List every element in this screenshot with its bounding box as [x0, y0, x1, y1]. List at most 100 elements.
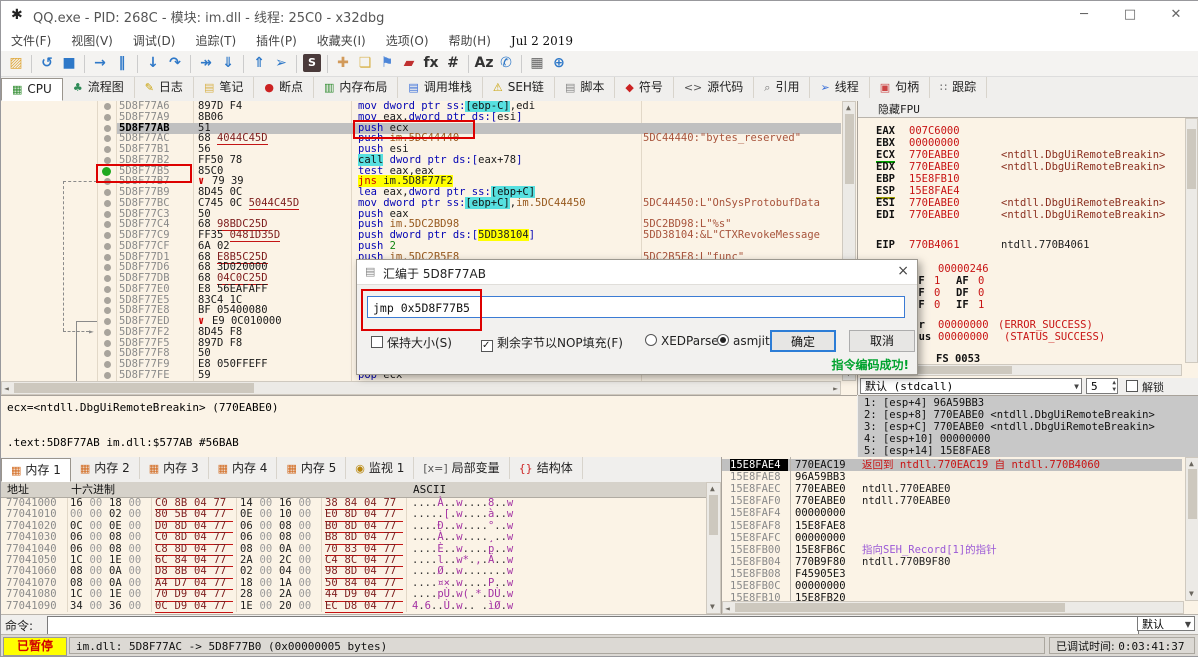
row-dot[interactable] [104, 361, 111, 368]
tab-seh-chain[interactable]: ⚠ SEH链 [483, 77, 555, 98]
row-dot[interactable] [104, 339, 111, 347]
run-icon[interactable]: → [89, 52, 111, 74]
stack-row[interactable]: 15E8FB00 15E8FB6C 指向SEH_Record[1]的指针 [722, 544, 1182, 556]
row-dot[interactable] [104, 189, 111, 196]
step-over-icon[interactable]: ↷ [164, 52, 186, 74]
row-dot[interactable] [104, 371, 111, 379]
tab-references[interactable]: ⌕ 引用 [754, 77, 811, 98]
hide-fpu-toggle[interactable]: 隐藏FPU [858, 101, 1198, 118]
label-icon[interactable]: ⚑ [376, 52, 398, 74]
tab-threads[interactable]: ➢ 线程 [810, 77, 870, 98]
tab-handles[interactable]: ▣ 句柄 [870, 77, 931, 98]
row-dot[interactable] [104, 146, 111, 153]
stop-icon[interactable]: ■ [58, 52, 80, 74]
stack-row[interactable]: 15E8FAF4 00000000 [722, 507, 1182, 519]
tab-cpu[interactable]: ▦ CPU [1, 78, 63, 101]
fill-nop-checkbox[interactable]: 剩余字节以NOP填充(F) [481, 334, 623, 352]
restart-icon[interactable]: ↺ [36, 52, 58, 74]
tab-dump-4[interactable]: ▦ 内存 4 [209, 457, 278, 479]
row-dot[interactable] [104, 285, 111, 293]
menu-item-收藏夹I[interactable]: 收藏夹(I) [307, 29, 376, 52]
tab-memory-map[interactable]: ▥ 内存布局 [314, 77, 399, 98]
tab-watch-1[interactable]: ◉ 监视 1 [346, 457, 415, 479]
comment-icon[interactable]: ❏ [354, 52, 376, 74]
bookmark-icon[interactable]: ▰ [398, 52, 420, 74]
row-dot[interactable] [104, 221, 111, 229]
step-into-icon[interactable]: ↓ [142, 52, 164, 74]
keep-size-checkbox[interactable]: 保持大小(S) [371, 334, 452, 351]
dialog-titlebar[interactable]: ▤ 汇编于 5D8F77AB × [357, 260, 917, 285]
command-preset-dropdown[interactable]: 默认 ▼ [1137, 616, 1195, 631]
stack-row[interactable]: 15E8FAF0 770EABE0 ntdll.770EABE0 [722, 495, 1182, 507]
run-to-user-code-icon[interactable]: ➢ [270, 52, 292, 74]
tab-symbols[interactable]: ◆ 符号 [615, 77, 674, 98]
strings-icon[interactable]: Az [473, 52, 495, 74]
row-dot[interactable] [104, 296, 111, 304]
stack-row[interactable]: 15E8FAE4 770EAC19 返回到 ntdll.770EAC19 自 ntd… [722, 459, 1182, 472]
argument-row[interactable]: 5: [esp+14] 15E8FAE8 [864, 445, 990, 457]
tab-notes[interactable]: ▤ 笔记 [194, 77, 255, 98]
tab-source[interactable]: <> 源代码 [674, 77, 755, 98]
arg-count-stepper[interactable]: 5 ▲ ▼ [1086, 378, 1118, 394]
row-dot[interactable] [104, 199, 111, 207]
disasm-hscrollbar[interactable]: ◄ ► [1, 381, 841, 395]
stack-row[interactable]: 15E8FAFC 00000000 [722, 532, 1182, 544]
row-dot[interactable] [104, 135, 111, 143]
scylla-icon[interactable]: S [303, 54, 321, 72]
menu-item-调试D[interactable]: 调试(D) [123, 29, 186, 52]
stack-hscrollbar[interactable]: ◄ [722, 601, 1184, 614]
dialog-close-icon[interactable]: × [897, 263, 909, 279]
row-dot[interactable] [104, 264, 111, 272]
stack-row[interactable]: 15E8FAF8 15E8FAE8 [722, 520, 1182, 532]
tab-dump-5[interactable]: ▦ 内存 5 [277, 457, 347, 479]
execute-till-return-icon[interactable]: ⇓ [217, 52, 239, 74]
tab-locals[interactable]: [x=] 局部变量 [414, 457, 510, 479]
tab-graph[interactable]: ♣ 流程图 [63, 77, 135, 98]
attach-icon[interactable]: ✆ [495, 52, 517, 74]
tab-trace[interactable]: ∷ 跟踪 [930, 77, 988, 98]
internet-icon[interactable]: ⊕ [548, 52, 570, 74]
argument-row[interactable]: 1: [esp+4] 96A59BB3 [864, 397, 984, 409]
unlock-checkbox[interactable]: 解锁 [1126, 379, 1164, 395]
menu-item-帮助H[interactable]: 帮助(H) [439, 29, 501, 52]
row-dot[interactable] [104, 232, 111, 239]
row-dot[interactable] [104, 350, 111, 358]
maximize-button[interactable]: □ [1107, 1, 1153, 29]
menu-item-插件P[interactable]: 插件(P) [246, 29, 307, 52]
row-dot[interactable] [104, 275, 111, 282]
stack-vscrollbar[interactable]: ▲ ▼ [1185, 457, 1198, 601]
tab-call-stack[interactable]: ▤ 调用堆栈 [398, 77, 483, 98]
patch-icon[interactable]: ✚ [332, 52, 354, 74]
row-dot[interactable] [104, 124, 111, 132]
argument-row[interactable]: 4: [esp+10] 00000000 [864, 433, 990, 445]
cancel-button[interactable]: 取消 [849, 330, 915, 352]
pause-icon[interactable]: ‖ [111, 52, 133, 74]
calculator-icon[interactable]: ▦ [526, 52, 548, 74]
command-input[interactable] [47, 616, 1139, 635]
row-dot[interactable] [104, 156, 111, 164]
stack-row[interactable]: 15E8FAEC 770EABE0 ntdll.770EABE0 [722, 483, 1182, 495]
row-dot[interactable] [104, 103, 111, 110]
tab-dump-2[interactable]: ▦ 内存 2 [71, 457, 140, 479]
dump-vscrollbar[interactable]: ▲ ▼ [706, 482, 721, 614]
menu-item-选项O[interactable]: 选项(O) [376, 29, 439, 52]
close-button[interactable]: ✕ [1153, 1, 1198, 29]
menu-item-视图V[interactable]: 视图(V) [61, 29, 123, 52]
xedparse-radio[interactable]: XEDParse [645, 334, 719, 348]
menu-item-追踪T[interactable]: 追踪(T) [185, 29, 246, 52]
stack-panel[interactable]: 15E8FAE4 770EAC19 返回到 ntdll.770EAC19 自 ntd… [721, 457, 1198, 614]
row-dot[interactable] [104, 253, 111, 261]
argument-row[interactable]: 3: [esp+C] 770EABE0 <ntdll.DbgUiRemoteBr… [864, 421, 1155, 433]
row-dot[interactable] [104, 328, 111, 336]
step-out-icon[interactable]: ⇑ [248, 52, 270, 74]
tab-breakpoints[interactable]: ● 断点 [254, 77, 314, 98]
function-icon[interactable]: fx [420, 52, 442, 74]
tab-log[interactable]: ✎ 日志 [135, 77, 194, 98]
tab-struct[interactable]: {} 结构体 [510, 457, 583, 479]
menu-item-文件F[interactable]: 文件(F) [1, 29, 61, 52]
row-dot[interactable] [104, 318, 111, 325]
arguments-panel[interactable]: 1: [esp+4] 96A59BB3 2: [esp+8] 770EABE0 <… [858, 395, 1198, 458]
minimize-button[interactable]: ─ [1061, 1, 1107, 29]
open-file-icon[interactable]: ▨ [5, 52, 27, 74]
row-dot[interactable] [104, 113, 111, 121]
